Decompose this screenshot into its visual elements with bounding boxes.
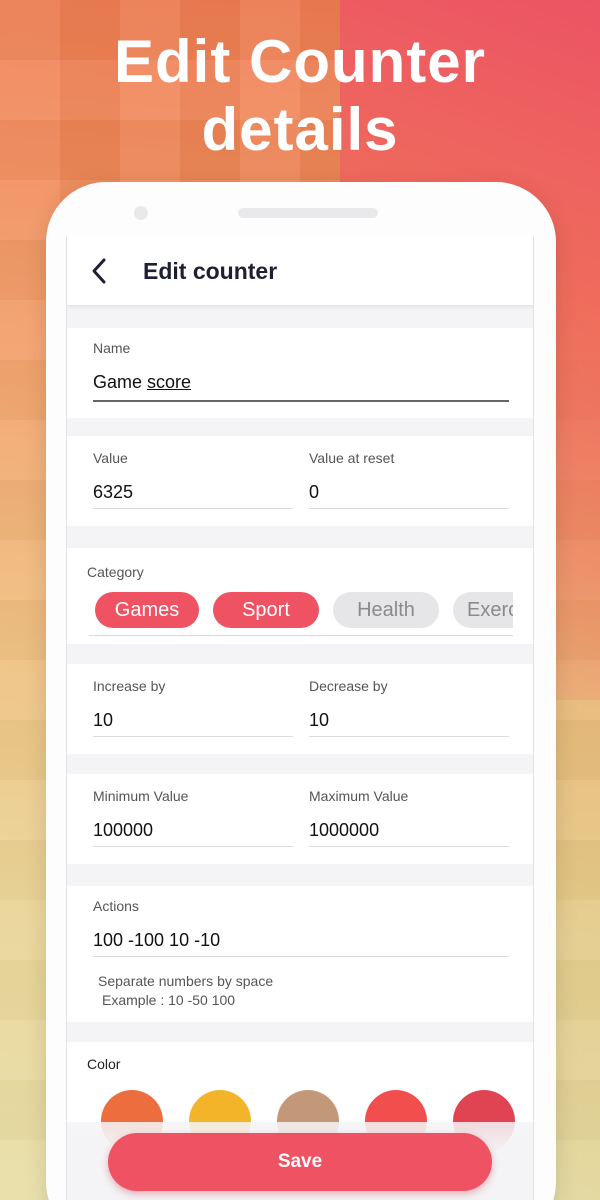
actions-card: Actions 100 -100 10 -10 Separate numbers…: [67, 886, 533, 1022]
headline-line-2: details: [201, 96, 399, 163]
minimum-value-label: Minimum Value: [93, 788, 189, 804]
increase-by-underline: [93, 736, 293, 737]
maximum-value-input[interactable]: 1000000: [309, 820, 379, 841]
app-bar: Edit counter: [67, 236, 533, 306]
increase-by-label: Increase by: [93, 678, 166, 694]
actions-underline: [93, 956, 509, 957]
minimum-value-underline: [93, 846, 293, 847]
chip-games[interactable]: Games: [95, 592, 199, 628]
chip-exercise[interactable]: Exercise: [453, 592, 513, 628]
chip-sport[interactable]: Sport: [213, 592, 319, 628]
back-button[interactable]: [83, 254, 117, 288]
name-value-word-2: score: [147, 372, 192, 392]
category-label: Category: [87, 564, 144, 580]
save-button[interactable]: Save: [108, 1133, 492, 1191]
decrease-by-label: Decrease by: [309, 678, 388, 694]
value-at-reset-input[interactable]: 0: [309, 482, 319, 503]
name-underline: [93, 400, 509, 402]
decrease-by-input[interactable]: 10: [309, 710, 329, 731]
chip-health[interactable]: Health: [333, 592, 439, 628]
name-label: Name: [93, 340, 131, 356]
increase-by-input[interactable]: 10: [93, 710, 113, 731]
speaker-grille: [238, 208, 378, 218]
camera-dot: [134, 206, 148, 220]
headline-line-1: Edit Counter: [114, 28, 486, 95]
name-value-word-1: Game: [93, 372, 143, 392]
color-label: Color: [87, 1056, 121, 1072]
category-underline: [89, 635, 513, 636]
actions-helper: Separate numbers by space Example : 10 -…: [98, 972, 273, 1010]
actions-label: Actions: [93, 898, 139, 914]
app-screen: Edit counter Name Game score Value 6325 …: [66, 236, 534, 1200]
value-underline: [93, 508, 293, 509]
actions-helper-line-2: Example : 10 -50 100: [102, 992, 236, 1008]
actions-helper-line-1: Separate numbers by space: [98, 973, 274, 989]
promo-headline: Edit Counter details: [0, 28, 600, 164]
page-title: Edit counter: [143, 258, 278, 284]
decrease-by-underline: [309, 736, 509, 737]
value-at-reset-label: Value at reset: [309, 450, 395, 466]
name-input[interactable]: Game score: [93, 372, 191, 393]
minimum-value-input[interactable]: 100000: [93, 820, 153, 841]
value-input[interactable]: 6325: [93, 482, 133, 503]
range-card: Minimum Value 100000 Maximum Value 10000…: [67, 774, 533, 864]
actions-input[interactable]: 100 -100 10 -10: [93, 930, 220, 951]
name-card: Name Game score: [67, 328, 533, 418]
step-card: Increase by 10 Decrease by 10: [67, 664, 533, 754]
value-at-reset-underline: [309, 508, 509, 509]
maximum-value-underline: [309, 846, 509, 847]
chevron-left-icon: [92, 258, 106, 284]
category-chip-row: Games Sport Health Exercise: [67, 592, 533, 636]
category-card: Category Games Sport Health Exercise: [67, 548, 533, 644]
value-card: Value 6325 Value at reset 0: [67, 436, 533, 526]
maximum-value-label: Maximum Value: [309, 788, 409, 804]
value-label: Value: [93, 450, 128, 466]
category-chip-scroller[interactable]: Games Sport Health Exercise: [89, 592, 513, 632]
